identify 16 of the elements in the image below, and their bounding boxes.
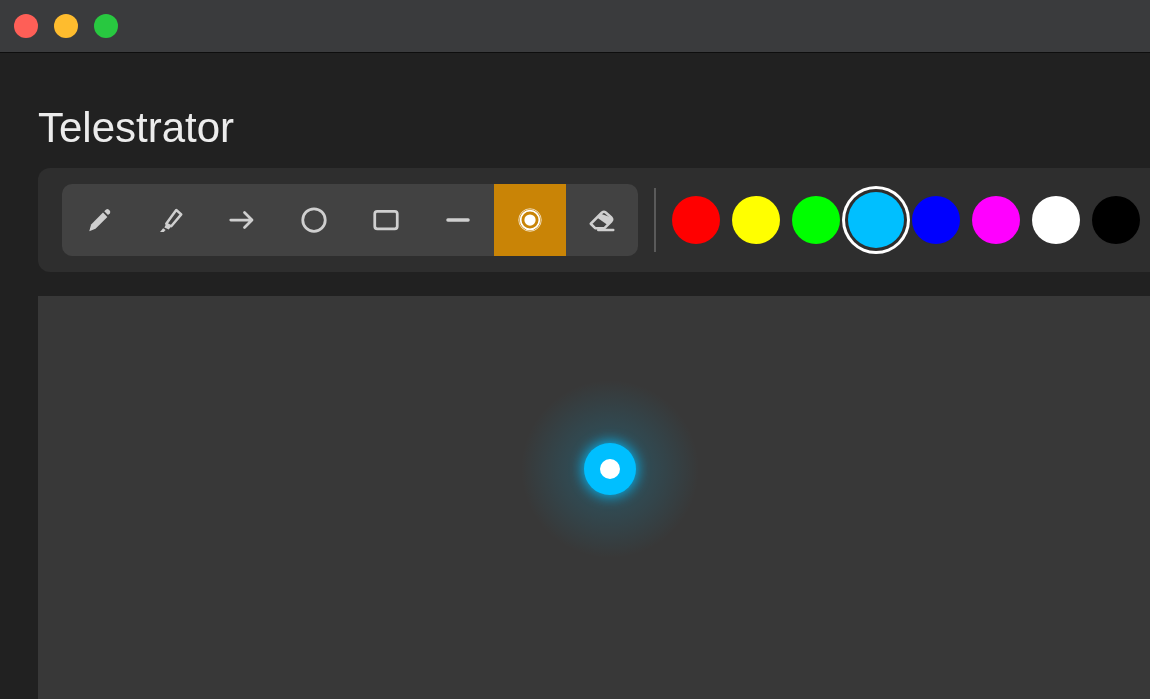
color-swatch[interactable] <box>1092 196 1140 244</box>
color-swatch[interactable] <box>732 196 780 244</box>
zoom-button[interactable] <box>94 14 118 38</box>
color-swatch[interactable] <box>792 196 840 244</box>
color-swatch[interactable] <box>672 196 720 244</box>
line-icon <box>446 218 470 222</box>
laser-pointer-dot <box>584 443 636 495</box>
circle-icon <box>299 205 329 235</box>
minimize-button[interactable] <box>54 14 78 38</box>
close-button[interactable] <box>14 14 38 38</box>
tool-button[interactable] <box>494 184 566 256</box>
app-title: Telestrator <box>38 103 235 153</box>
color-swatch[interactable] <box>972 196 1020 244</box>
color-swatch[interactable] <box>1032 196 1080 244</box>
target-icon <box>515 205 545 235</box>
color-swatch[interactable] <box>912 196 960 244</box>
